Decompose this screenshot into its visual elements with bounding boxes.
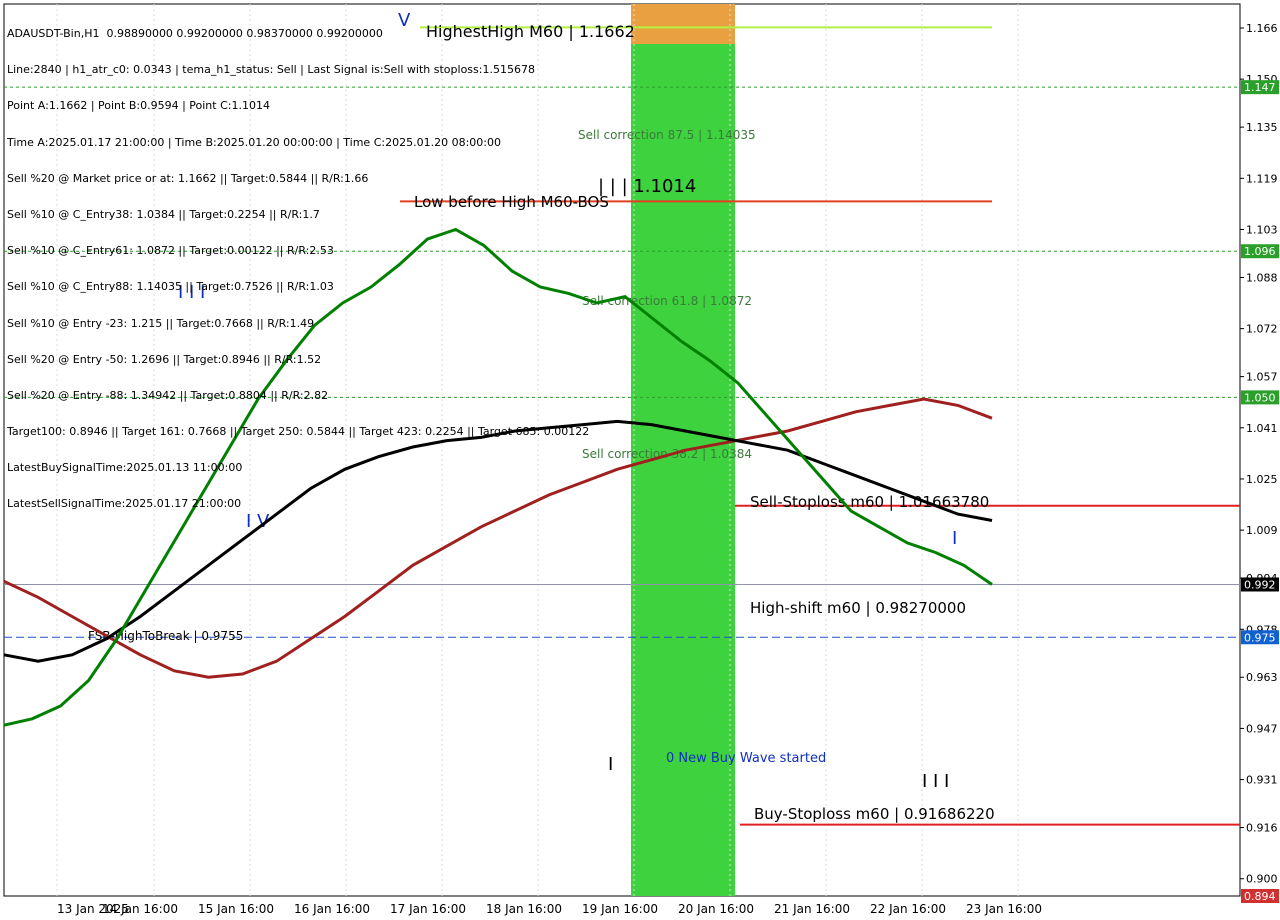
- annotation-label: | | | 1.1014: [598, 176, 696, 197]
- y-tick-label: 1.088: [1246, 271, 1278, 284]
- info-line: LatestBuySignalTime:2025.01.13 11:00:00: [7, 461, 243, 475]
- y-tick-label: 1.119: [1246, 172, 1278, 185]
- info-panel: ADAUSDT-Bin,H1 0.98890000 0.99200000 0.9…: [7, 4, 589, 535]
- info-line: Target100: 0.8946 || Target 161: 0.7668 …: [7, 425, 590, 439]
- annotation-label: Sell correction 87.5 | 1.14035: [578, 128, 756, 142]
- x-tick-label: 19 Jan 16:00: [582, 902, 658, 916]
- y-tick-label: 1.072: [1246, 323, 1278, 336]
- info-line: Sell %10 @ C_Entry88: 1.14035 || Target:…: [7, 280, 334, 294]
- x-tick-label: 16 Jan 16:00: [294, 902, 370, 916]
- annotation-label: 0 New Buy Wave started: [666, 751, 826, 766]
- y-tick-label: 1.166: [1246, 22, 1278, 35]
- info-line: Time A:2025.01.17 21:00:00 | Time B:2025…: [7, 135, 501, 149]
- x-tick-label: 22 Jan 16:00: [870, 902, 946, 916]
- x-tick-label: 14 Jan 16:00: [102, 902, 178, 916]
- x-tick-label: 21 Jan 16:00: [774, 902, 850, 916]
- x-tick-label: 17 Jan 16:00: [390, 902, 466, 916]
- x-tick-label: 18 Jan 16:00: [486, 902, 562, 916]
- highlight-zone: [631, 44, 735, 896]
- y-tick-label: 1.057: [1246, 371, 1278, 384]
- x-tick-label: 15 Jan 16:00: [198, 902, 274, 916]
- y-tick-label: 1.009: [1246, 524, 1278, 537]
- y-tick-label: 0.916: [1246, 822, 1278, 835]
- annotation-label: I: [608, 754, 613, 775]
- level-label: Sell-Stoploss m60 | 1.01663780: [750, 493, 989, 511]
- x-tick-label: 20 Jan 16:00: [678, 902, 754, 916]
- y-tick-label: 1.103: [1246, 223, 1278, 236]
- level-label: Buy-Stoploss m60 | 0.91686220: [754, 805, 995, 823]
- info-line: Sell %20 @ Entry -50: 1.2696 || Target:0…: [7, 352, 322, 366]
- info-line: Sell %10 @ C_Entry61: 1.0872 || Target:0…: [7, 244, 334, 258]
- y-tick-label: 0.931: [1246, 774, 1278, 787]
- price-badge-label: 1.096: [1244, 245, 1276, 258]
- info-line: Sell %20 @ Entry -88: 1.34942 || Target:…: [7, 388, 329, 402]
- price-badge-label: 0.975: [1244, 631, 1276, 644]
- y-tick-label: 0.947: [1246, 722, 1278, 735]
- info-line: Sell %20 @ Market price or at: 1.1662 ||…: [7, 171, 369, 185]
- annotation-label: I: [952, 528, 957, 549]
- info-line: ADAUSDT-Bin,H1 0.98890000 0.99200000 0.9…: [7, 27, 383, 40]
- price-badge-label: 1.147: [1244, 81, 1276, 94]
- price-badge-label: 0.992: [1244, 578, 1276, 591]
- chart-window: 1.166 1.150 1.135 1.119 1.103 1.088 1.072 1.057…: [0, 0, 1280, 920]
- highlight-zone: [631, 4, 735, 44]
- y-tick-label: 1.135: [1246, 121, 1278, 134]
- info-line: Line:2840 | h1_atr_c0: 0.0343 | tema_h1_…: [7, 63, 535, 77]
- level-label: High-shift m60 | 0.98270000: [750, 599, 966, 617]
- y-tick-label: 1.041: [1246, 422, 1278, 435]
- price-badge-label: 1.050: [1244, 391, 1276, 404]
- annotation-label: I I I: [922, 771, 949, 792]
- info-line: Sell %10 @ C_Entry38: 1.0384 || Target:0…: [7, 207, 320, 221]
- y-tick-label: 0.963: [1246, 671, 1278, 684]
- price-badge-label: 0.894: [1244, 890, 1276, 903]
- y-tick-label: 0.900: [1246, 873, 1278, 886]
- info-line: Sell %10 @ Entry -23: 1.215 || Target:0.…: [7, 316, 315, 330]
- x-tick-label: 23 Jan 16:00: [966, 902, 1042, 916]
- y-tick-label: 1.025: [1246, 473, 1278, 486]
- info-line: Point A:1.1662 | Point B:0.9594 | Point …: [7, 99, 270, 113]
- info-line: LatestSellSignalTime:2025.01.17 21:00:00: [7, 497, 242, 511]
